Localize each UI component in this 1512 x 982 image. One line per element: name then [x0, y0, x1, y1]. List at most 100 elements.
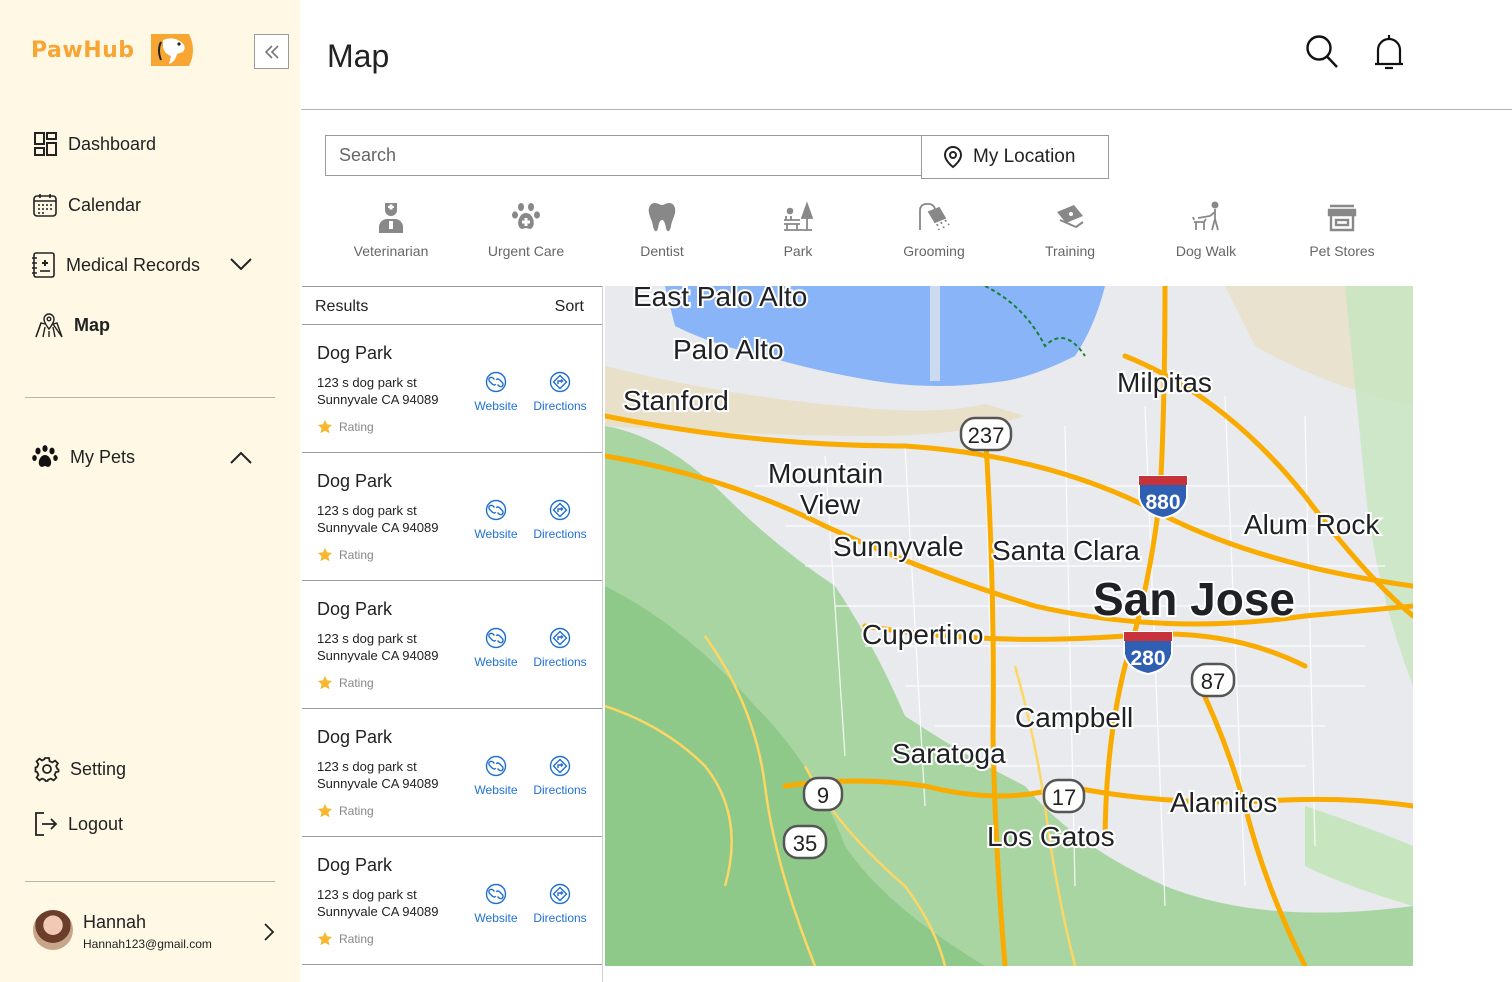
svg-text:237: 237	[968, 423, 1005, 448]
veterinarian-icon	[379, 203, 403, 233]
rating-label: Rating	[339, 420, 374, 434]
directions-icon	[549, 627, 571, 649]
category-urgent-care[interactable]: Urgent Care	[466, 200, 586, 259]
category-dentist[interactable]: Dentist	[602, 200, 722, 259]
map-label: East Palo Alto	[633, 286, 807, 312]
tooth-icon	[648, 203, 676, 232]
directions-label: Directions	[533, 783, 587, 797]
sidebar-item-label: Dashboard	[68, 133, 157, 154]
result-rating: Rating	[317, 547, 374, 563]
result-card[interactable]: Dog Park 123 s dog park st Sunnyvale CA 9…	[302, 453, 602, 581]
user-profile[interactable]: Hannah Hannah123@gmail.com	[33, 910, 278, 952]
map-label: San Jose	[1093, 573, 1295, 625]
category-label: Dentist	[640, 243, 684, 259]
sidebar-item-label: Medical Records	[66, 254, 201, 275]
bell-icon[interactable]	[1373, 32, 1405, 72]
directions-link[interactable]: Directions	[530, 627, 590, 669]
category-pet-stores[interactable]: Pet Stores	[1282, 200, 1402, 259]
map-label: Stanford	[623, 385, 729, 416]
search-input[interactable]	[325, 135, 922, 176]
store-icon	[1327, 204, 1357, 232]
results-header: Results Sort	[302, 286, 602, 325]
route-shield: 17	[1042, 778, 1086, 814]
website-label: Website	[474, 783, 518, 797]
sidebar-item-map[interactable]: Map	[34, 311, 110, 339]
results-panel: Results Sort Dog Park 123 s dog park st S…	[302, 286, 603, 982]
chevron-up-icon[interactable]	[228, 450, 254, 466]
sidebar-item-logout[interactable]: Logout	[34, 811, 123, 837]
directions-link[interactable]: Directions	[530, 755, 590, 797]
link-icon	[485, 883, 507, 905]
sidebar-item-medical-records[interactable]: Medical Records	[30, 251, 200, 279]
result-address: 123 s dog park st Sunnyvale CA 94089	[317, 375, 439, 407]
map-icon	[35, 313, 63, 338]
route-shield: 87	[1190, 662, 1236, 698]
sidebar-item-setting[interactable]: Setting	[34, 756, 126, 782]
website-link[interactable]: Website	[466, 371, 526, 413]
park-icon	[784, 201, 814, 231]
result-rating: Rating	[317, 675, 374, 691]
category-veterinarian[interactable]: Veterinarian	[331, 200, 451, 259]
map-label: Sunnyvale	[833, 531, 964, 562]
website-link[interactable]: Website	[466, 627, 526, 669]
category-label: Training	[1044, 243, 1096, 259]
category-park[interactable]: Park	[738, 200, 858, 259]
sort-button[interactable]: Sort	[555, 298, 584, 316]
category-dog-walk[interactable]: Dog Walk	[1146, 200, 1266, 259]
result-card[interactable]: Dog Park 123 s dog park st Sunnyvale CA 9…	[302, 837, 602, 965]
rating-label: Rating	[339, 676, 374, 690]
link-icon	[485, 627, 507, 649]
sidebar-item-label: Calendar	[68, 194, 142, 215]
search-icon[interactable]	[1305, 34, 1339, 70]
category-training[interactable]: Training	[1010, 200, 1130, 259]
my-location-button[interactable]: My Location	[921, 135, 1109, 179]
brand[interactable]: PawHub	[31, 30, 197, 70]
app-root: PawHub Dashboard Calendar Medical Record…	[0, 0, 1512, 982]
sidebar-item-label: Map	[74, 314, 110, 335]
map-view[interactable]: East Palo Alto Palo Alto Stanford Milpit…	[605, 286, 1413, 966]
svg-text:35: 35	[793, 831, 817, 856]
result-name: Dog Park	[317, 727, 393, 747]
interstate-shield: 880	[1138, 475, 1188, 520]
rating-label: Rating	[339, 932, 374, 946]
website-label: Website	[474, 399, 518, 413]
dashboard-icon	[34, 132, 57, 156]
result-address: 123 s dog park st Sunnyvale CA 94089	[317, 887, 439, 919]
directions-link[interactable]: Directions	[530, 371, 590, 413]
website-link[interactable]: Website	[466, 755, 526, 797]
star-icon	[317, 547, 333, 562]
directions-label: Directions	[533, 399, 587, 413]
collapse-sidebar-button[interactable]	[254, 34, 289, 69]
map-label: Alamitos	[1170, 787, 1277, 818]
sidebar-item-my-pets[interactable]: My Pets	[32, 445, 135, 469]
map-label: Saratoga	[892, 738, 1006, 769]
chevron-down-icon[interactable]	[228, 256, 254, 272]
shower-icon	[919, 203, 950, 231]
map-label: View	[800, 489, 861, 520]
map-label: Los Gatos	[987, 821, 1115, 852]
category-label: Urgent Care	[487, 243, 565, 259]
link-icon	[485, 755, 507, 777]
star-icon	[317, 803, 333, 818]
result-card[interactable]: Dog Park 123 s dog park st Sunnyvale CA 9…	[302, 709, 602, 837]
sidebar-item-calendar[interactable]: Calendar	[32, 192, 141, 218]
map-label: Milpitas	[1117, 367, 1212, 398]
map-canvas[interactable]: East Palo Alto Palo Alto Stanford Milpit…	[605, 286, 1413, 966]
user-email: Hannah123@gmail.com	[83, 937, 212, 951]
website-link[interactable]: Website	[466, 883, 526, 925]
directions-link[interactable]: Directions	[530, 499, 590, 541]
website-link[interactable]: Website	[466, 499, 526, 541]
directions-link[interactable]: Directions	[530, 883, 590, 925]
category-label: Dog Walk	[1175, 243, 1237, 259]
category-grooming[interactable]: Grooming	[874, 200, 994, 259]
sidebar-item-dashboard[interactable]: Dashboard	[32, 131, 156, 157]
result-card[interactable]: Dog Park 123 s dog park st Sunnyvale CA 9…	[302, 325, 602, 453]
result-name: Dog Park	[317, 471, 393, 491]
sidebar-divider	[25, 881, 275, 882]
page-title: Map	[327, 38, 390, 74]
result-address: 123 s dog park st Sunnyvale CA 94089	[317, 759, 439, 791]
result-card[interactable]: Dog Park 123 s dog park st Sunnyvale CA 9…	[302, 581, 602, 709]
logout-icon	[35, 812, 58, 836]
map-label: Alum Rock	[1244, 509, 1380, 540]
website-label: Website	[474, 655, 518, 669]
